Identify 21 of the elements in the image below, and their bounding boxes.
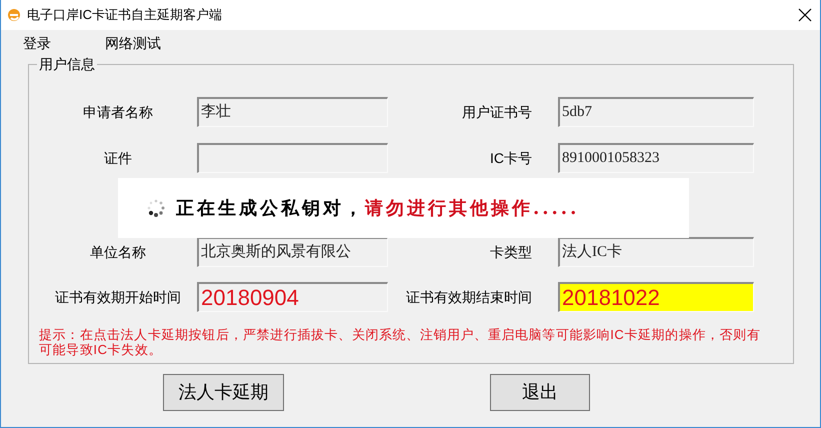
window-title: 电子口岸IC卡证书自主延期客户端 — [27, 6, 222, 24]
field-label: 证书有效期开始时间 — [55, 288, 181, 306]
app-icon — [7, 8, 21, 22]
spinner-icon — [146, 198, 166, 218]
date-field: 20180904 — [197, 282, 388, 312]
close-icon[interactable] — [798, 8, 812, 22]
field-label: IC卡号 — [490, 148, 532, 168]
progress-message: 正在生成公私钥对，请勿进行其他操作..... — [176, 196, 580, 220]
menu-item[interactable]: 登录 — [23, 32, 51, 54]
field-label: 卡类型 — [490, 242, 532, 262]
menu-item[interactable]: 网络测试 — [105, 32, 161, 54]
group-title: 用户信息 — [38, 55, 96, 74]
warning-text: 提示：在点击法人卡延期按钮后，严禁进行插拔卡、关闭系统、注销用户、重启电脑等可能影响IC卡延期的操作，否则有可能导致IC卡失效。 — [39, 327, 762, 357]
field-label: 用户证书号 — [462, 102, 532, 122]
field-label: 证件 — [104, 148, 132, 168]
field-label: 单位名称 — [90, 242, 146, 262]
action-button[interactable]: 退出 — [490, 374, 590, 411]
field-label: 证书有效期结束时间 — [406, 288, 532, 306]
action-button[interactable]: 法人卡延期 — [163, 374, 284, 411]
date-field: 20181022 — [558, 282, 754, 312]
field-label: 申请者名称 — [83, 102, 153, 122]
